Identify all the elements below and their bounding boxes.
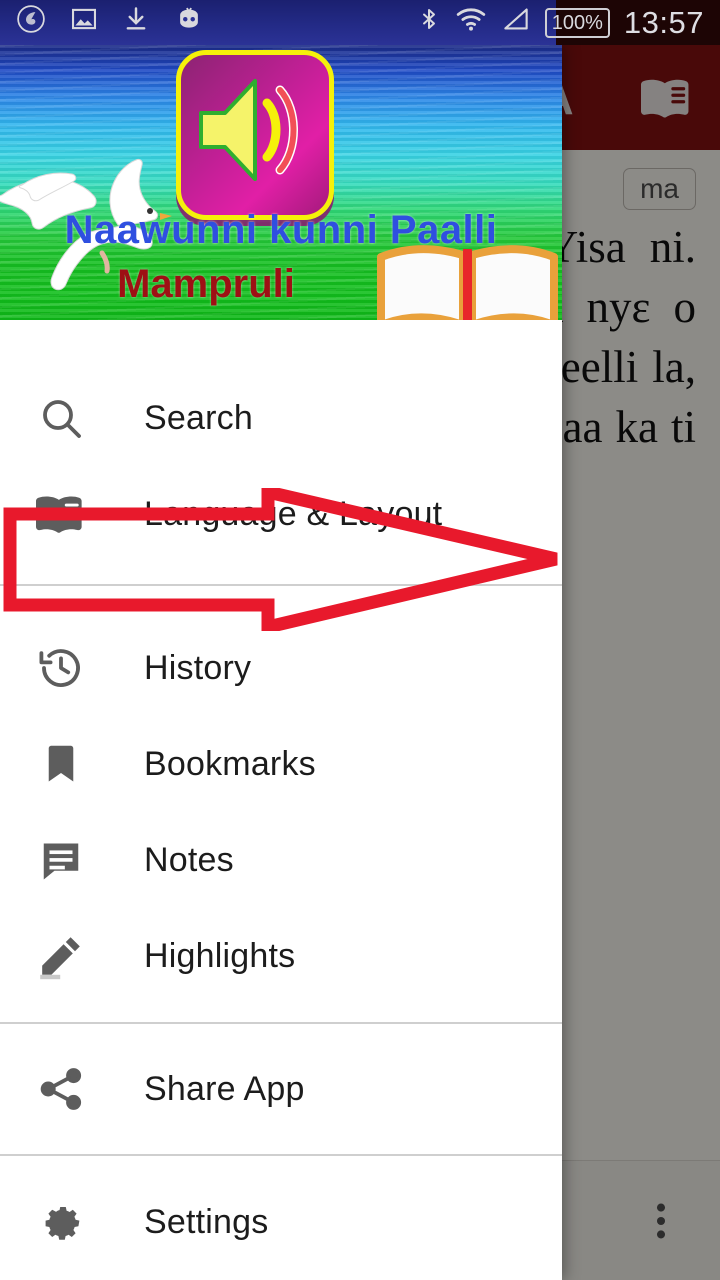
signal-icon — [501, 6, 531, 39]
menu-item-search[interactable]: Search — [0, 370, 562, 466]
download-icon — [122, 5, 150, 40]
battery-indicator: 100% — [544, 7, 610, 38]
drawer-header: Naawunni kunni Paalli Mampruli — [0, 45, 562, 320]
gear-icon — [30, 1198, 92, 1246]
menu-item-share-app[interactable]: Share App — [0, 1024, 562, 1154]
menu-item-label: Settings — [144, 1202, 269, 1241]
menu-item-label: Search — [144, 398, 253, 437]
share-icon — [30, 1065, 92, 1113]
wifi-icon — [455, 5, 487, 40]
menu-item-bookmarks[interactable]: Bookmarks — [0, 716, 562, 812]
bluetooth-icon — [417, 5, 441, 40]
menu-item-label: Notes — [144, 840, 234, 879]
book-icon — [30, 493, 92, 535]
clock: 13:57 — [623, 4, 704, 40]
menu-item-settings[interactable]: Settings — [0, 1156, 562, 1280]
status-bar: 100% 13:57 — [0, 0, 720, 45]
speaker-icon — [176, 50, 334, 220]
bookmark-icon — [30, 741, 92, 787]
pencil-icon — [30, 932, 92, 980]
cyanogenmod-icon — [174, 5, 204, 40]
phone-screen: A ma Naawuni mini o bipoonni Yisa ni. Di… — [0, 0, 720, 1280]
app-logo-icon — [16, 4, 46, 41]
menu-item-notes[interactable]: Notes — [0, 812, 562, 908]
menu-item-label: Bookmarks — [144, 744, 316, 783]
note-icon — [30, 837, 92, 883]
menu-item-label: Share App — [144, 1069, 305, 1108]
menu-item-label: Language & Layout — [144, 494, 443, 533]
menu-item-history[interactable]: History — [0, 620, 562, 716]
open-book-icon — [377, 245, 558, 320]
banner-subtitle: Mampruli — [117, 262, 295, 306]
menu-item-language-layout[interactable]: Language & Layout — [0, 466, 562, 562]
menu-item-label: Highlights — [144, 936, 296, 975]
menu-item-highlights[interactable]: Highlights — [0, 908, 562, 1004]
drawer-menu: Search Language & Layout History Bookmar… — [0, 320, 562, 1280]
navigation-drawer: Naawunni kunni Paalli Mampruli Search La… — [0, 45, 562, 1280]
gallery-icon — [70, 5, 98, 40]
menu-item-label: History — [144, 648, 252, 687]
search-icon — [30, 394, 92, 442]
history-icon — [30, 644, 92, 692]
